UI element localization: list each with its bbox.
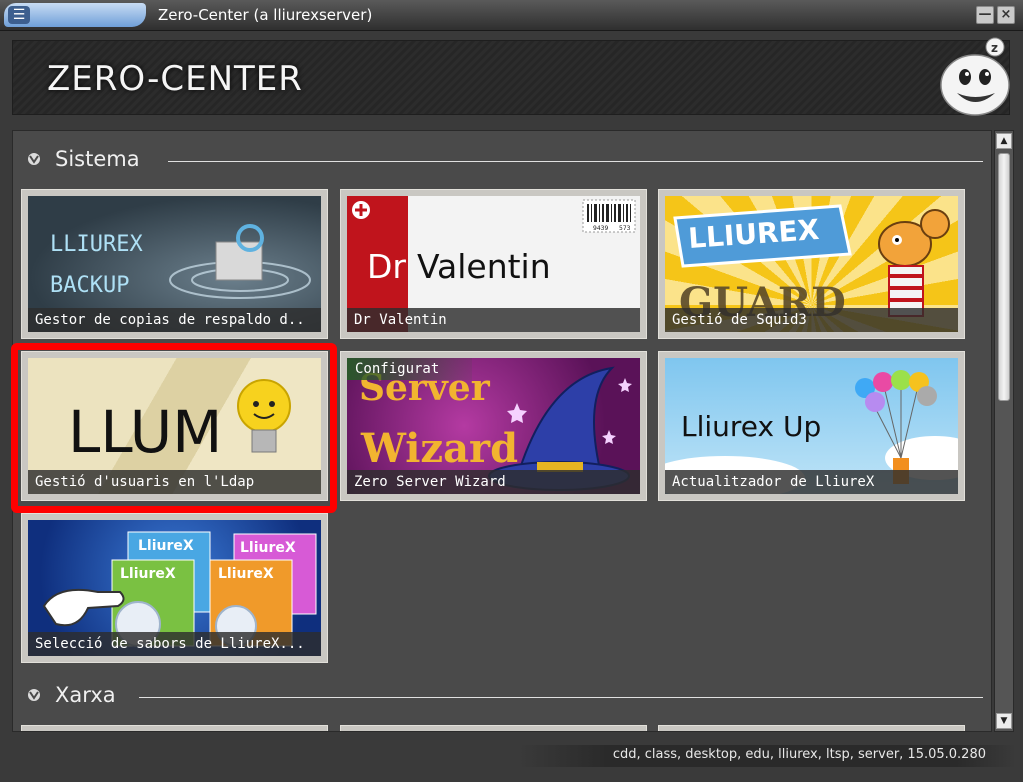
section-divider (139, 697, 983, 698)
app-title: ZERO-CENTER (47, 59, 303, 99)
section-label: Sistema (55, 147, 140, 171)
tile-caption: Dr Valentin (347, 308, 640, 332)
svg-text:Valentin: Valentin (417, 247, 551, 286)
section-divider (168, 161, 983, 162)
app-tile-lliurex-guard[interactable]: LLIUREX GUARD Gestió de Squid3 (658, 189, 965, 339)
svg-text:Lliurex Up: Lliurex Up (681, 410, 821, 443)
svg-text:573: 573 (619, 225, 631, 232)
status-text: cdd, class, desktop, edu, lliurex, ltsp,… (612, 747, 986, 762)
scroll-thumb[interactable] (998, 153, 1010, 401)
section-label: Xarxa (55, 683, 116, 707)
mascot-logo-icon: z (940, 37, 1010, 116)
svg-text:z: z (991, 41, 998, 55)
app-tile-zero-server-wizard[interactable]: Server Wizard Configurat Zero Server Wiz… (340, 351, 647, 501)
close-button[interactable]: × (997, 6, 1015, 24)
tile-caption: Selecció de sabors de LliureX... (28, 632, 321, 656)
svg-text:LLIUREX: LLIUREX (50, 232, 143, 257)
app-tile-flavour-selector[interactable]: LliureX LliureX LliureX LliureX Selecció… (21, 513, 328, 663)
app-tile-partial[interactable] (658, 725, 965, 731)
scroll-up-button[interactable]: ▲ (996, 133, 1012, 149)
svg-text:BACKUP: BACKUP (50, 273, 129, 298)
tile-caption: Zero Server Wizard (347, 470, 640, 494)
svg-text:LliureX: LliureX (240, 540, 296, 556)
svg-text:LliureX: LliureX (138, 538, 194, 554)
section-sistema: Sistema (23, 145, 983, 175)
app-tile-lliurex-up[interactable]: Lliurex Up Actualitzador de LliureX (658, 351, 965, 501)
svg-text:Wizard: Wizard (360, 425, 518, 472)
selection-highlight (11, 343, 337, 513)
app-tile-backup[interactable]: LLIUREX BACKUP Gestor de copias de respa… (21, 189, 328, 339)
section-xarxa: Xarxa (23, 681, 983, 711)
status-badge: Configurat (347, 358, 472, 380)
tile-caption: Actualitzador de LliureX (665, 470, 958, 494)
vertical-scrollbar[interactable]: ▲ ▼ (994, 130, 1014, 732)
app-tile-partial[interactable] (21, 725, 328, 731)
status-bar: cdd, class, desktop, edu, lliurex, ltsp,… (518, 745, 1016, 767)
collapse-toggle-icon[interactable] (25, 150, 43, 168)
tile-caption: Gestió de Squid3 (665, 308, 958, 332)
app-tile-dr-valentin[interactable]: 9439 573 Dr Valentin Dr Valentin (340, 189, 647, 339)
app-tile-partial[interactable] (340, 725, 647, 731)
app-header: ZERO-CENTER z (12, 37, 1010, 116)
menu-icon[interactable]: ☰ (8, 6, 30, 24)
svg-text:LliureX: LliureX (120, 566, 176, 582)
svg-text:LliureX: LliureX (218, 566, 274, 582)
window-titlebar: ☰ Zero-Center (a lliurexserver) — × (0, 0, 1023, 31)
collapse-toggle-icon[interactable] (25, 686, 43, 704)
window-menu[interactable]: ☰ (4, 3, 146, 27)
minimize-button[interactable]: — (976, 6, 994, 24)
tile-caption: Gestor de copias de respaldo d.. (28, 308, 321, 332)
scroll-down-button[interactable]: ▼ (996, 713, 1012, 729)
window-title: Zero-Center (a lliurexserver) (158, 6, 373, 24)
svg-text:Dr: Dr (367, 247, 406, 286)
svg-text:9439: 9439 (593, 225, 608, 232)
